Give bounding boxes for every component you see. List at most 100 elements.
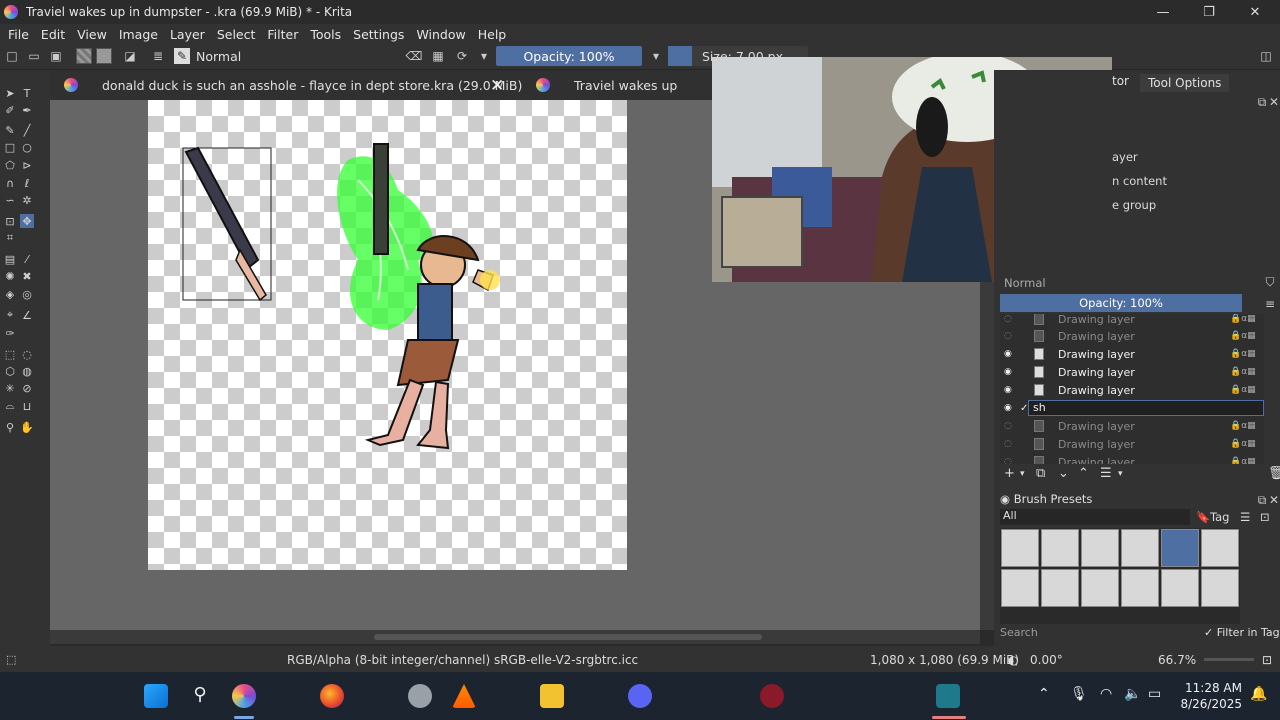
brush-preset-charcoal[interactable]	[1081, 569, 1119, 607]
close-brush-docker-icon[interactable]: ✕	[1266, 492, 1280, 508]
rotation-icon[interactable]: ◐	[1008, 653, 1018, 667]
firefox-icon[interactable]	[320, 684, 344, 708]
gradient-tool-icon[interactable]: ▤	[3, 252, 17, 266]
layer-item[interactable]: ◌ Drawing layer 🔒α▦	[1000, 417, 1264, 435]
tag-bookmark-icon[interactable]: 🔖	[1196, 510, 1210, 524]
fg-bg-color-icon[interactable]: ◪	[122, 48, 138, 64]
color-sampler-icon[interactable]: ⁄	[20, 252, 34, 266]
panel-layout-icon[interactable]: ◫	[1258, 48, 1274, 64]
ellipse-tool-icon[interactable]: ○	[20, 140, 34, 154]
menu-select[interactable]: Select	[213, 27, 260, 42]
close-docker-icon[interactable]: ✕	[1266, 94, 1280, 110]
menu-filter[interactable]: Filter	[263, 27, 302, 42]
layer-rename-field[interactable]: sh	[1028, 400, 1264, 416]
restore-button[interactable]: ❐	[1186, 0, 1232, 24]
text-tool-icon[interactable]: T	[20, 86, 34, 100]
add-layer-dropdown-icon[interactable]: ▾	[1020, 469, 1025, 479]
similar-select-icon[interactable]: ⊘	[20, 381, 34, 395]
close-window-button[interactable]: ✕	[1232, 0, 1278, 24]
blend-mode-select[interactable]: Normal	[196, 49, 241, 64]
menu-image[interactable]: Image	[115, 27, 162, 42]
layer-lock-alpha-icons[interactable]: 🔒α▦	[1230, 367, 1256, 377]
brush-settings-icon[interactable]: ≣	[150, 48, 166, 64]
krita-taskbar-icon[interactable]	[232, 684, 256, 708]
layer-lock-alpha-icons[interactable]: 🔒α▦	[1230, 331, 1256, 341]
tab-donald-duck[interactable]: donald duck is such an asshole - flayce …	[64, 70, 522, 100]
hidden-eye-icon[interactable]: ◌	[1004, 314, 1014, 324]
fullscreen-icon[interactable]: ⊡	[1262, 653, 1272, 667]
enclose-fill-icon[interactable]: ◎	[20, 287, 34, 301]
app-icon[interactable]	[408, 684, 432, 708]
visible-eye-icon[interactable]: ◉	[1004, 385, 1014, 395]
status-selection-icon[interactable]: ⬚	[6, 653, 16, 666]
layer-blend-mode[interactable]: Normal	[1004, 276, 1046, 290]
freehand-brush-icon[interactable]: ✎	[3, 123, 17, 137]
hidden-eye-icon[interactable]: ◌	[1004, 331, 1014, 341]
preset-dropdown-icon[interactable]: ▾	[476, 48, 492, 64]
brush-preset-marker-selected[interactable]	[1161, 529, 1199, 567]
brush-preset-fineliner[interactable]	[1201, 529, 1239, 567]
measure-tool-icon[interactable]: ∠	[20, 308, 34, 322]
drawing-canvas[interactable]	[148, 100, 627, 570]
brush-preset-pen[interactable]	[1041, 529, 1079, 567]
brush-layout-icon[interactable]: ⊡	[1260, 510, 1270, 524]
tray-chevron-icon[interactable]: ⌃	[1038, 686, 1050, 702]
horizontal-scrollbar[interactable]	[50, 630, 980, 644]
wifi-icon[interactable]: ◠	[1100, 686, 1112, 702]
visible-eye-icon[interactable]: ◉	[1004, 403, 1014, 413]
microphone-icon[interactable]: 🎙	[1070, 686, 1088, 702]
calligraphy-icon[interactable]: ✒	[20, 103, 34, 117]
brush-tag-filter[interactable]: All	[1000, 509, 1190, 525]
delete-layer-icon[interactable]: 🗑	[1268, 466, 1280, 481]
hidden-eye-icon[interactable]: ◌	[1004, 457, 1014, 464]
brush-search-input[interactable]: Search	[1000, 626, 1196, 644]
layer-lock-alpha-icons[interactable]: 🔒α▦	[1230, 349, 1256, 359]
rect-select-icon[interactable]: ⬚	[3, 347, 17, 361]
move-layer-up-icon[interactable]: ⌃	[1078, 466, 1089, 481]
alpha-lock-icon[interactable]: ▦	[430, 48, 446, 64]
menu-help[interactable]: Help	[474, 27, 511, 42]
reference-tool-icon[interactable]: ✑	[3, 326, 17, 340]
brush-view-menu-icon[interactable]: ☰	[1240, 510, 1250, 524]
tag-button[interactable]: Tag	[1210, 510, 1229, 524]
brush-preset-ink[interactable]	[1121, 529, 1159, 567]
pan-tool-icon[interactable]: ✋	[20, 420, 34, 434]
layer-item[interactable]: ◌ Drawing layer 🔒α▦	[1000, 314, 1264, 328]
visible-eye-icon[interactable]: ◉	[1004, 367, 1014, 377]
layer-item[interactable]: ◉ Drawing layer 🔒α▦	[1000, 345, 1264, 363]
layer-properties-dropdown-icon[interactable]: ▾	[1118, 469, 1123, 479]
discord-icon[interactable]	[628, 684, 652, 708]
tab-partial[interactable]: tor	[1112, 74, 1129, 88]
new-document-icon[interactable]: □	[4, 48, 20, 64]
assistant-tool-icon[interactable]: ⌖	[3, 308, 17, 322]
menu-file[interactable]: File	[4, 27, 33, 42]
bug-app-icon[interactable]	[760, 684, 784, 708]
notification-icon[interactable]: 🔔	[1250, 686, 1267, 702]
smart-patch-icon[interactable]: ✖	[20, 269, 34, 283]
layer-opacity-slider[interactable]: Opacity: 100%	[1000, 294, 1242, 312]
menu-tools[interactable]: Tools	[306, 27, 345, 42]
line-tool-icon[interactable]: ╱	[20, 123, 34, 137]
filter-in-tag-checkbox[interactable]: ✓ Filter in Tag	[1204, 626, 1280, 639]
pattern-picker[interactable]	[96, 48, 112, 64]
layer-item[interactable]: ◉ Drawing layer 🔒α▦	[1000, 381, 1264, 399]
bezier-tool-icon[interactable]: ∩	[3, 176, 17, 190]
close-tab-icon[interactable]: ✕	[490, 76, 504, 96]
hidden-eye-icon[interactable]: ◌	[1004, 439, 1014, 449]
layer-lock-alpha-icons[interactable]: 🔒α▦	[1230, 385, 1256, 395]
transform-tool-icon[interactable]: ⊡	[3, 214, 17, 228]
select-shape-icon[interactable]: ➤	[3, 86, 17, 100]
layer-item[interactable]: ◉ Drawing layer 🔒α▦	[1000, 363, 1264, 381]
brush-preset-blender[interactable]	[1081, 529, 1119, 567]
opacity-dropdown-icon[interactable]: ▾	[648, 48, 664, 64]
multibrush-icon[interactable]: ✲	[20, 193, 34, 207]
edit-shape-icon[interactable]: ✐	[3, 103, 17, 117]
move-tool-icon[interactable]: ✥	[20, 214, 34, 228]
layer-lock-alpha-icons[interactable]: 🔒α▦	[1230, 439, 1256, 449]
tab-tool-options[interactable]: Tool Options	[1140, 74, 1230, 92]
rectangle-tool-icon[interactable]: □	[3, 140, 17, 154]
polygon-tool-icon[interactable]: ⬠	[3, 158, 17, 172]
tab-traviel[interactable]: Traviel wakes up	[536, 70, 677, 100]
layer-lock-alpha-icons[interactable]: 🔒α▦	[1230, 314, 1256, 324]
file-explorer-icon[interactable]	[540, 684, 564, 708]
